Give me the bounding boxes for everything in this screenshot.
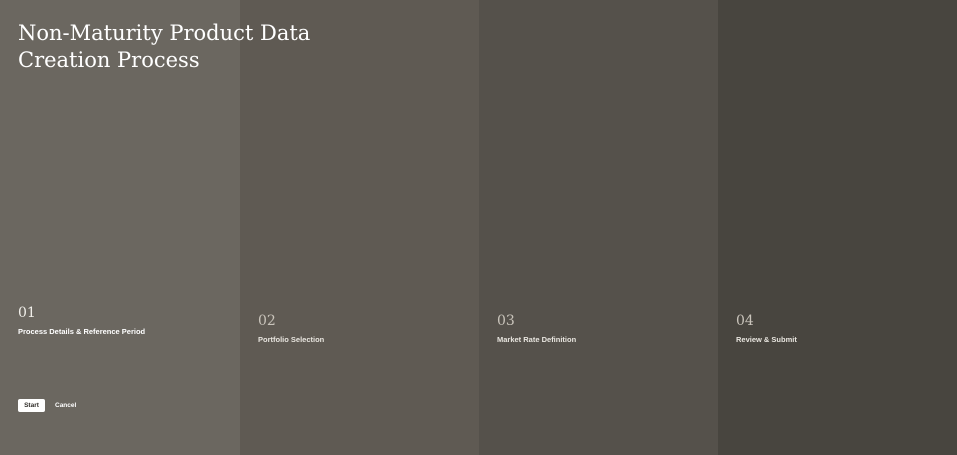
start-button[interactable]: Start bbox=[18, 399, 45, 412]
step-1-number: 01 bbox=[18, 305, 36, 321]
step-4: 04 Review & Submit bbox=[736, 313, 797, 345]
step-2: 02 Portfolio Selection bbox=[258, 313, 324, 345]
step-panel-3: 03 Market Rate Definition bbox=[479, 0, 718, 455]
step-3-number: 03 bbox=[497, 313, 515, 329]
page-title: Non-Maturity Product Data Creation Proce… bbox=[18, 21, 311, 72]
action-bar: Start Cancel bbox=[18, 399, 76, 412]
step-3: 03 Market Rate Definition bbox=[497, 313, 576, 345]
step-3-label: Market Rate Definition bbox=[497, 335, 577, 344]
step-panel-4: 04 Review & Submit bbox=[718, 0, 957, 455]
step-4-label: Review & Submit bbox=[736, 335, 797, 344]
step-1: 01 Process Details & Reference Period bbox=[18, 305, 145, 337]
cancel-button[interactable]: Cancel bbox=[55, 402, 76, 409]
step-4-number: 04 bbox=[736, 313, 754, 329]
step-2-number: 02 bbox=[258, 313, 276, 329]
step-1-label: Process Details & Reference Period bbox=[18, 327, 146, 336]
step-2-label: Portfolio Selection bbox=[258, 335, 325, 344]
